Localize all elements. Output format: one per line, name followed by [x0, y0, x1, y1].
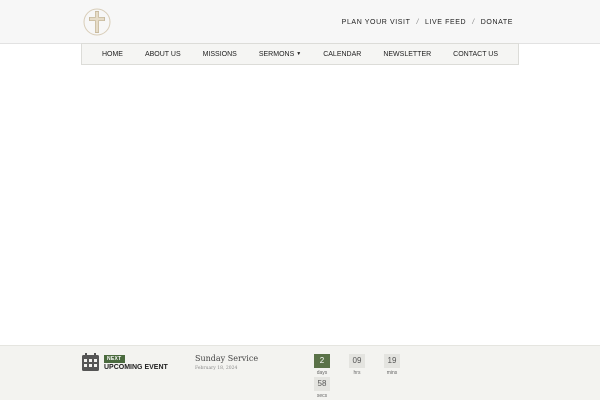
countdown-value: 58 [314, 377, 330, 391]
nav-item-home[interactable]: HOME [102, 51, 123, 58]
countdown-value: 19 [384, 354, 400, 368]
nav-item-contact-us[interactable]: CONTACT US [453, 51, 498, 58]
site-header: PLAN YOUR VISIT / LIVE FEED / DONATE [0, 0, 600, 44]
countdown-unit: secs [316, 393, 328, 399]
upcoming-event-heading: UPCOMING EVENT [104, 364, 168, 371]
countdown-unit: mins [386, 370, 398, 376]
countdown-value: 2 [314, 354, 330, 368]
nav-item-about-us[interactable]: ABOUT US [145, 51, 181, 58]
plan-your-visit-link[interactable]: PLAN YOUR VISIT [342, 19, 411, 26]
separator: / [472, 19, 475, 26]
countdown-value: 09 [349, 354, 365, 368]
countdown-unit: days [316, 370, 328, 376]
countdown-minutes: 19 mins [383, 354, 401, 376]
live-feed-link[interactable]: LIVE FEED [425, 19, 466, 26]
nav-item-label: SERMONS [258, 50, 295, 58]
nav-item-newsletter[interactable]: NEWSLETTER [383, 51, 431, 58]
event-title[interactable]: Sunday Service [195, 354, 258, 363]
donate-link[interactable]: DONATE [481, 19, 513, 26]
nav-item-missions[interactable]: MISSIONS [203, 51, 237, 58]
top-links: PLAN YOUR VISIT / LIVE FEED / DONATE [342, 19, 513, 26]
countdown-hours: 09 hrs [348, 354, 366, 376]
church-logo-icon[interactable] [82, 6, 112, 38]
countdown-days: 2 days [313, 354, 331, 376]
calendar-icon [82, 353, 99, 371]
next-badge: NEXT [104, 355, 125, 363]
separator: / [416, 19, 419, 26]
main-nav: HOME ABOUT US MISSIONS SERMONS ▼ CALENDA… [81, 43, 519, 65]
nav-item-calendar[interactable]: CALENDAR [323, 51, 361, 58]
countdown-seconds: 58 secs [313, 377, 331, 399]
event-date: February 18, 2024 [195, 366, 238, 371]
chevron-down-icon: ▼ [296, 51, 302, 57]
nav-item-sermons[interactable]: SERMONS ▼ [259, 51, 301, 58]
countdown-unit: hrs [353, 370, 361, 376]
